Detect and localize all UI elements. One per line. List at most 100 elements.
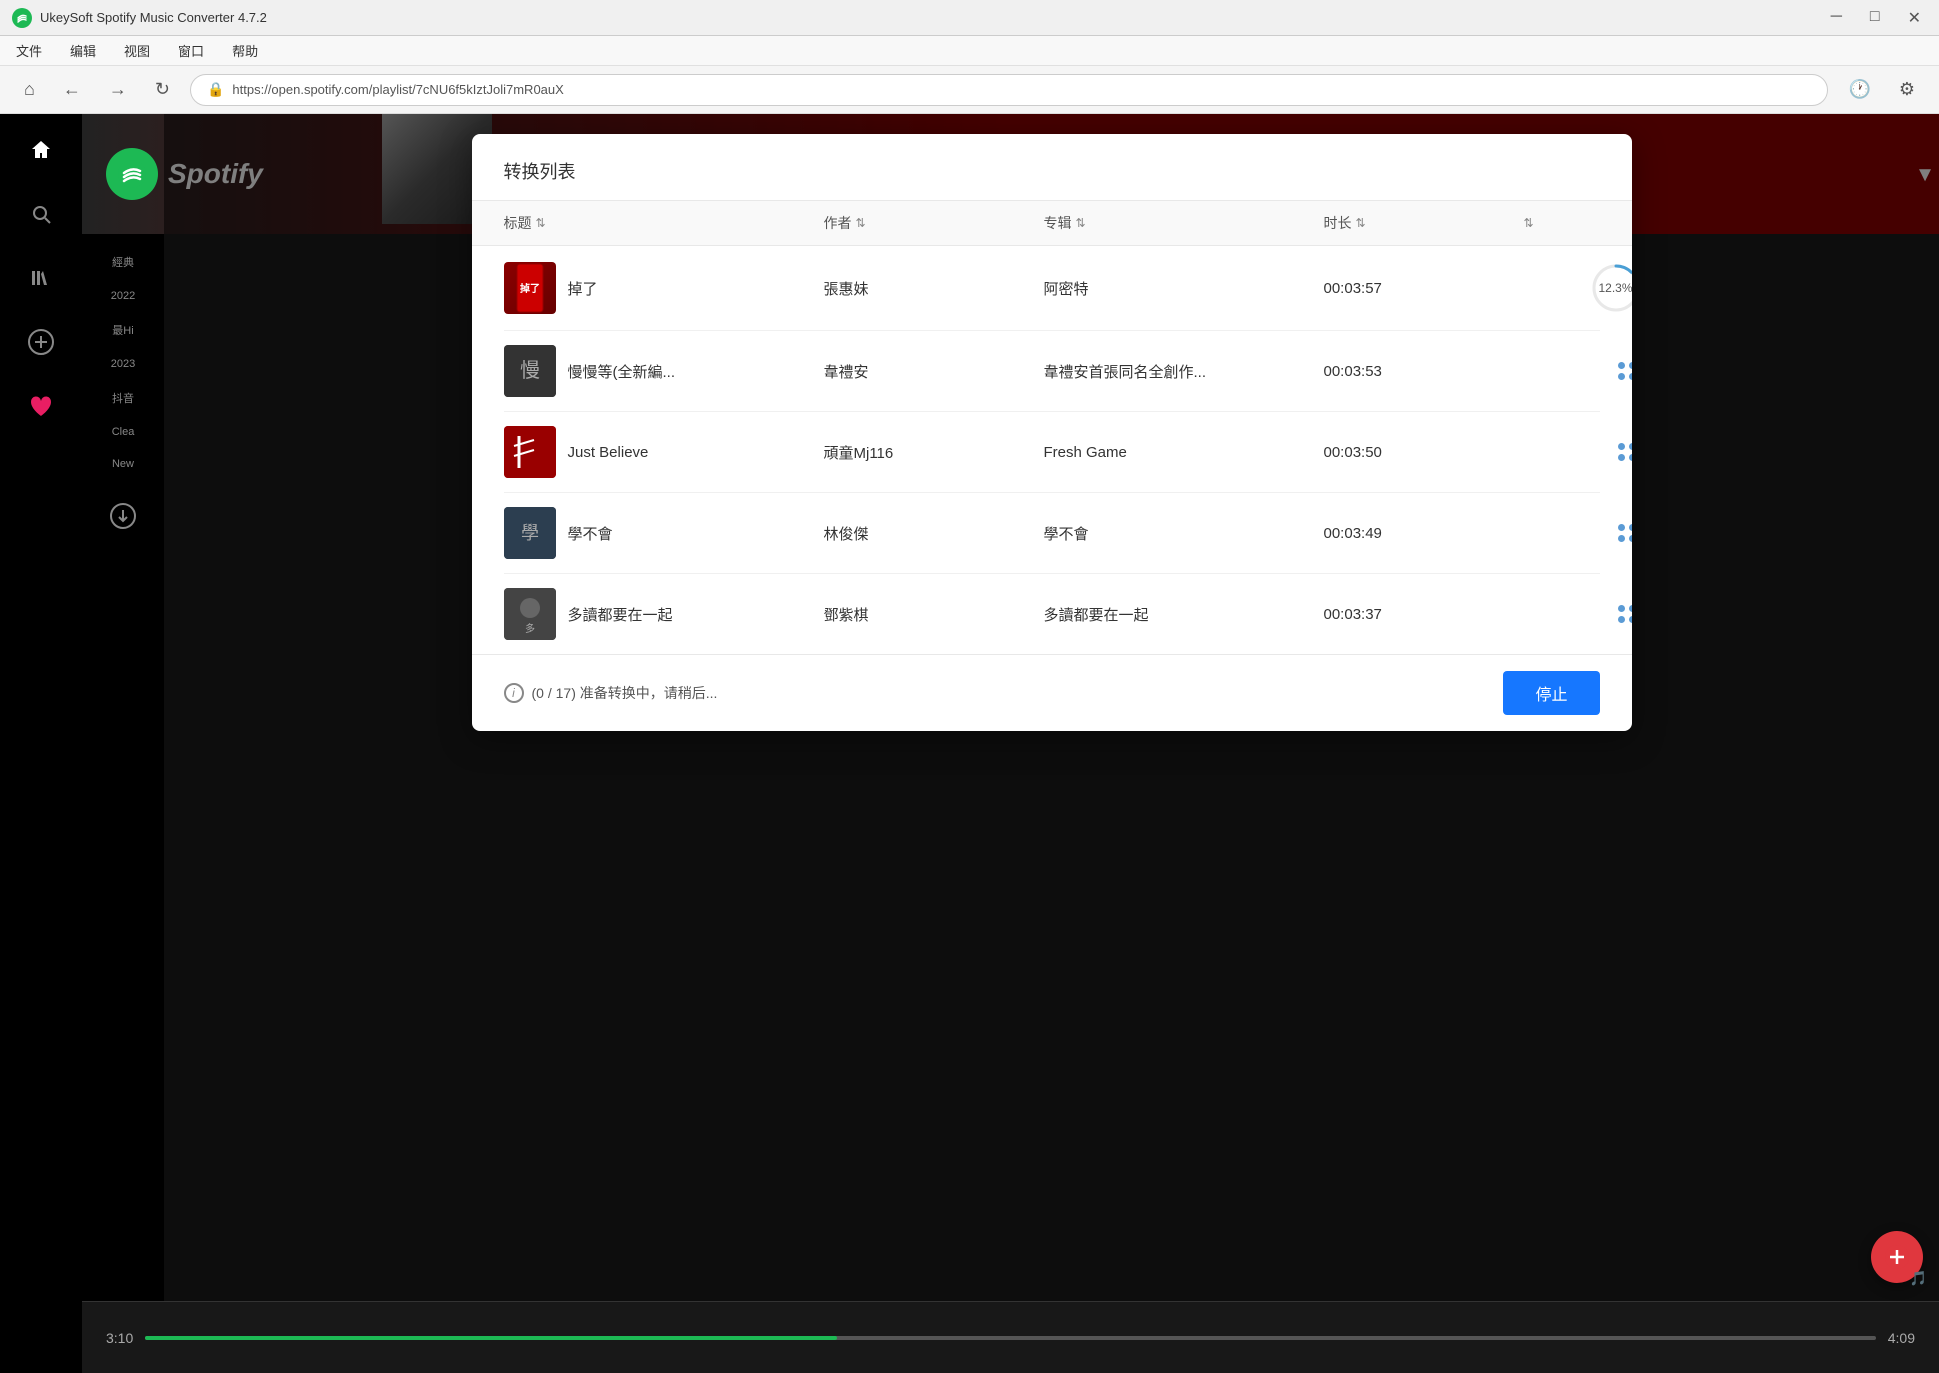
song-title: 掉了 [568, 278, 598, 299]
song-title: 慢慢等(全新編... [568, 361, 676, 382]
sort-icon-album: ⇅ [1076, 216, 1086, 230]
progress-bar[interactable] [145, 1336, 1876, 1340]
svg-text:多: 多 [525, 622, 535, 635]
cell-duration: 00:03:53 [1324, 363, 1524, 380]
cell-author: 林俊傑 [824, 523, 1044, 544]
svg-text:學: 學 [521, 523, 539, 543]
sidebar-playlist-items: 經典 2022 最Hi 2023 抖音 Clea New [82, 234, 164, 1301]
cell-action [1524, 435, 1632, 469]
sidebar-home-icon[interactable] [21, 130, 61, 170]
col-header-action: ⇅ [1524, 213, 1644, 233]
song-title: Just Believe [568, 444, 649, 461]
sidebar-add-icon[interactable] [21, 322, 61, 362]
status-area: i (0 / 17) 准备转换中，请稍后... [504, 683, 718, 703]
sidebar-item-2022[interactable]: 2022 [109, 286, 137, 306]
sort-icon-title: ⇅ [536, 216, 546, 230]
song-menu-button[interactable] [1610, 354, 1632, 388]
sidebar-item-best[interactable]: 最Hi [110, 318, 135, 342]
back-button[interactable]: ← [55, 75, 89, 104]
title-bar-left: UkeySoft Spotify Music Converter 4.7.2 [12, 8, 267, 28]
sidebar-download-icon[interactable] [109, 502, 137, 535]
cell-album: 阿密特 [1044, 278, 1324, 299]
status-text: (0 / 17) 准备转换中，请稍后... [532, 683, 718, 703]
cell-action: 12.3% [1524, 260, 1632, 316]
minimize-button[interactable]: ─ [1825, 6, 1848, 30]
sidebar-item-classic[interactable]: 經典 [110, 250, 136, 274]
song-thumbnail: 多 [504, 588, 556, 640]
cell-album: 學不會 [1044, 523, 1324, 544]
col-header-title[interactable]: 标题 ⇅ [504, 213, 824, 233]
spotify-content: Spotify ‹ › 2023 台灣熱門歌曲 ▾ 經典 2022 最Hi 20… [82, 114, 1939, 1373]
cell-album: Fresh Game [1044, 444, 1324, 461]
main-area: Spotify ‹ › 2023 台灣熱門歌曲 ▾ 經典 2022 最Hi 20… [0, 114, 1939, 1373]
spotify-sidebar [0, 114, 82, 1373]
table-row: Just Believe 頑童Mj116 Fresh Game 00:03:50 [504, 412, 1600, 493]
cell-duration: 00:03:37 [1324, 606, 1524, 623]
cell-author: 張惠妹 [824, 278, 1044, 299]
address-bar: ⌂ ← → ↻ 🔒 https://open.spotify.com/playl… [0, 66, 1939, 114]
cell-title: 慢 慢慢等(全新編... [504, 345, 824, 397]
add-to-spotify-button[interactable]: 🎵 [1871, 1231, 1923, 1283]
menu-help[interactable]: 帮助 [228, 39, 262, 62]
cell-duration: 00:03:49 [1324, 525, 1524, 542]
cell-title: 多 多讀都要在一起 [504, 588, 824, 640]
progress-circle: 12.3% [1588, 260, 1632, 316]
cell-album: 多讀都要在一起 [1044, 604, 1324, 625]
player-bar: 3:10 4:09 [82, 1301, 1939, 1373]
song-thumbnail: 掉了 [504, 262, 556, 314]
col-header-album[interactable]: 专辑 ⇅ [1044, 213, 1324, 233]
close-button[interactable]: ✕ [1902, 6, 1927, 30]
sort-icon-duration: ⇅ [1356, 216, 1366, 230]
music-note-icon: 🎵 [1910, 1270, 1927, 1287]
sidebar-item-douyin[interactable]: 抖音 [110, 386, 136, 410]
history-button[interactable]: 🕐 [1840, 75, 1878, 104]
menu-file[interactable]: 文件 [12, 39, 46, 62]
forward-button[interactable]: → [101, 75, 135, 104]
modal-overlay: 转换列表 标题 ⇅ 作者 ⇅ 专辑 ⇅ [164, 114, 1939, 1373]
sidebar-item-2023[interactable]: 2023 [109, 354, 137, 374]
maximize-button[interactable]: □ [1864, 6, 1886, 30]
sidebar-library-icon[interactable] [21, 258, 61, 298]
conversion-dialog: 转换列表 标题 ⇅ 作者 ⇅ 专辑 ⇅ [472, 134, 1632, 731]
progress-text: 12.3% [1598, 281, 1631, 295]
dialog-footer: i (0 / 17) 准备转换中，请稍后... 停止 [472, 654, 1632, 731]
cell-action [1524, 516, 1632, 550]
settings-button[interactable]: ⚙ [1891, 75, 1923, 104]
url-text: https://open.spotify.com/playlist/7cNU6f… [232, 82, 563, 97]
sidebar-item-clea[interactable]: Clea [110, 422, 137, 442]
cell-author: 韋禮安 [824, 361, 1044, 382]
table-row: 慢 慢慢等(全新編... 韋禮安 韋禮安首張同名全創作... 00:03:53 [504, 331, 1600, 412]
menu-view[interactable]: 视图 [120, 39, 154, 62]
cell-title: Just Believe [504, 426, 824, 478]
sidebar-item-new[interactable]: New [110, 454, 136, 474]
url-bar[interactable]: 🔒 https://open.spotify.com/playlist/7cNU… [190, 74, 1828, 106]
toolbar-right: 🕐 ⚙ [1840, 75, 1923, 104]
song-title: 學不會 [568, 523, 613, 544]
stop-button[interactable]: 停止 [1503, 671, 1599, 715]
app-title: UkeySoft Spotify Music Converter 4.7.2 [40, 10, 267, 25]
song-table-body: 掉了 掉了 張惠妹 阿密特 00:03:57 12.3% 慢 慢慢 [472, 246, 1632, 654]
cell-action [1524, 354, 1632, 388]
svg-text:慢: 慢 [520, 359, 540, 382]
dialog-header: 转换列表 [472, 134, 1632, 201]
song-menu-button[interactable] [1610, 435, 1632, 469]
app-icon [12, 8, 32, 28]
sidebar-liked-icon[interactable] [21, 386, 61, 426]
cell-duration: 00:03:50 [1324, 444, 1524, 461]
sidebar-search-icon[interactable] [21, 194, 61, 234]
song-menu-button[interactable] [1610, 597, 1632, 631]
song-thumbnail: 學 [504, 507, 556, 559]
table-row: 掉了 掉了 張惠妹 阿密特 00:03:57 12.3% [504, 246, 1600, 331]
table-row: 學 學不會 林俊傑 學不會 00:03:49 [504, 493, 1600, 574]
menu-edit[interactable]: 编辑 [66, 39, 100, 62]
menu-window[interactable]: 窗口 [174, 39, 208, 62]
cell-author: 頑童Mj116 [824, 442, 1044, 463]
refresh-button[interactable]: ↻ [147, 75, 178, 104]
song-menu-button[interactable] [1610, 516, 1632, 550]
col-header-duration[interactable]: 时长 ⇅ [1324, 213, 1524, 233]
home-button[interactable]: ⌂ [16, 75, 43, 104]
col-header-author[interactable]: 作者 ⇅ [824, 213, 1044, 233]
menu-bar: 文件 编辑 视图 窗口 帮助 [0, 36, 1939, 66]
current-time: 3:10 [106, 1330, 133, 1346]
sort-icon-action: ⇅ [1524, 216, 1534, 230]
